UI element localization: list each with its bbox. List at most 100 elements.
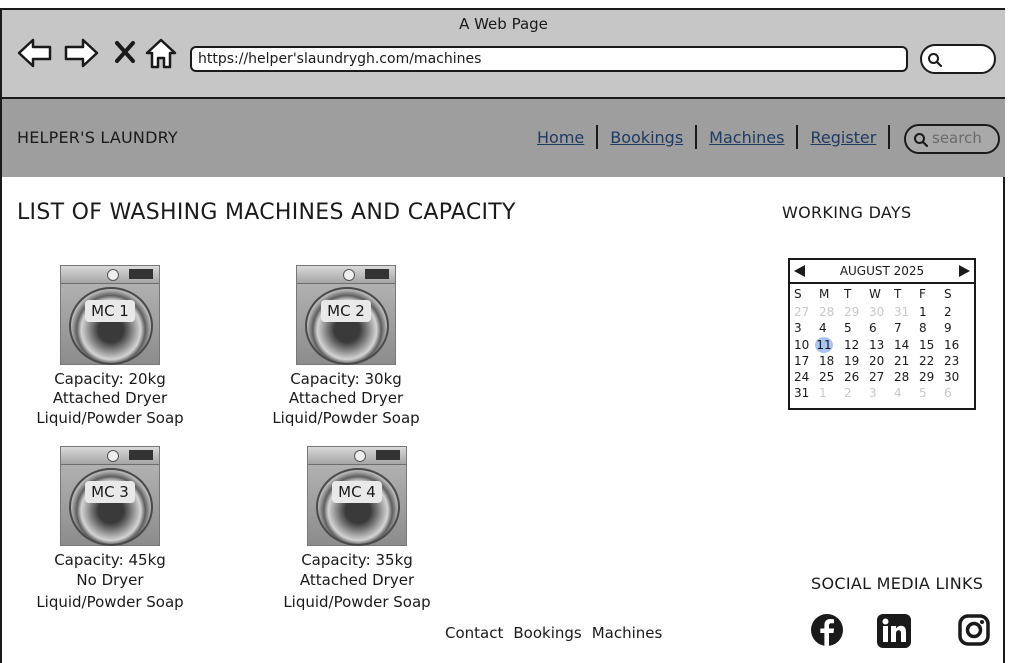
machine-soap: Liquid/Powder Soap bbox=[283, 593, 431, 611]
calendar-day[interactable]: 17 bbox=[794, 353, 819, 369]
machine-capacity: Capacity: 30kg bbox=[290, 370, 402, 388]
nav-home-link[interactable]: Home bbox=[536, 128, 585, 147]
machine-dryer: Attached Dryer bbox=[52, 389, 168, 407]
calendar-day[interactable]: 13 bbox=[869, 337, 894, 353]
calendar-day[interactable]: 4 bbox=[819, 320, 844, 336]
calendar-day[interactable]: 21 bbox=[894, 353, 919, 369]
url-bar[interactable]: https://helper'slaundrygh.com/machines bbox=[190, 46, 908, 72]
machine-card-mc2[interactable]: MC 2 Capacity: 30kg Attached Dryer Liqui… bbox=[266, 265, 426, 428]
instagram-icon[interactable] bbox=[957, 613, 991, 647]
calendar-day[interactable]: 27 bbox=[869, 369, 894, 385]
close-icon[interactable] bbox=[114, 40, 136, 64]
linkedin-icon[interactable] bbox=[876, 613, 912, 649]
calendar-day-outside: 3 bbox=[869, 386, 877, 401]
machine-label: MC 2 bbox=[321, 300, 371, 322]
calendar-day[interactable]: 30 bbox=[944, 369, 969, 385]
washing-machine-image: MC 3 bbox=[60, 446, 160, 546]
calendar-day[interactable]: 24 bbox=[794, 369, 819, 385]
machine-soap: Liquid/Powder Soap bbox=[36, 593, 184, 611]
calendar-day-outside: 5 bbox=[919, 386, 927, 401]
machine-label: MC 4 bbox=[332, 481, 382, 503]
calendar-day[interactable]: 31 bbox=[794, 385, 819, 401]
calendar-day[interactable]: 16 bbox=[944, 337, 969, 353]
calendar-day-outside: 27 bbox=[794, 305, 810, 319]
page-title: LIST OF WASHING MACHINES AND CAPACITY bbox=[17, 200, 516, 225]
nav-bookings-link[interactable]: Bookings bbox=[609, 128, 684, 147]
machine-dryer: Attached Dryer bbox=[288, 389, 404, 407]
calendar-next-icon[interactable] bbox=[959, 265, 970, 277]
nav-register-link[interactable]: Register bbox=[809, 128, 877, 147]
site-search-input[interactable]: search bbox=[904, 124, 1000, 154]
search-icon bbox=[928, 53, 943, 68]
calendar-day[interactable]: 20 bbox=[869, 353, 894, 369]
back-arrow-icon[interactable] bbox=[16, 36, 54, 70]
washing-machine-image: MC 1 bbox=[60, 265, 160, 365]
calendar-day[interactable]: 23 bbox=[944, 353, 969, 369]
calendar-weekday: W bbox=[869, 287, 881, 301]
calendar-day-outside: 6 bbox=[944, 386, 952, 401]
nav-machines-link[interactable]: Machines bbox=[708, 128, 785, 147]
calendar-day[interactable]: 6 bbox=[869, 320, 894, 336]
calendar-day[interactable]: 5 bbox=[844, 320, 869, 336]
machine-card-mc4[interactable]: MC 4 Capacity: 35kg Attached Dryer Liqui… bbox=[277, 446, 437, 612]
calendar-day[interactable]: 25 bbox=[819, 369, 844, 385]
main-nav: Home Bookings Machines Register bbox=[536, 125, 901, 149]
calendar-weekday: S bbox=[794, 287, 802, 301]
brand-name: HELPER'S LAUNDRY bbox=[17, 128, 178, 147]
calendar-weekday: T bbox=[894, 287, 902, 301]
working-days-title: WORKING DAYS bbox=[782, 203, 912, 222]
facebook-icon[interactable] bbox=[810, 613, 844, 647]
machine-label: MC 3 bbox=[85, 481, 135, 503]
calendar-day[interactable]: 3 bbox=[794, 320, 819, 336]
machine-capacity: Capacity: 20kg bbox=[54, 370, 166, 388]
forward-arrow-icon[interactable] bbox=[62, 36, 100, 70]
calendar-day[interactable]: 8 bbox=[919, 320, 944, 336]
machine-capacity: Capacity: 45kg bbox=[54, 551, 166, 569]
calendar-day[interactable]: 19 bbox=[844, 353, 869, 369]
calendar-day[interactable]: 18 bbox=[819, 353, 844, 369]
machine-soap: Liquid/Powder Soap bbox=[36, 409, 184, 427]
calendar-day-outside: 4 bbox=[894, 386, 902, 401]
window-title: A Web Page bbox=[459, 15, 548, 33]
calendar-day[interactable]: 14 bbox=[894, 337, 919, 353]
calendar-day-outside: 31 bbox=[894, 305, 910, 319]
washing-machine-image: MC 2 bbox=[296, 265, 396, 365]
machine-dryer: No Dryer bbox=[76, 571, 144, 589]
search-icon bbox=[914, 133, 929, 148]
calendar-weekday: S bbox=[944, 287, 952, 301]
calendar-day[interactable]: 15 bbox=[919, 337, 944, 353]
calendar-day[interactable]: 1 bbox=[919, 304, 944, 320]
machine-card-mc3[interactable]: MC 3 Capacity: 45kg No Dryer Liquid/Powd… bbox=[30, 446, 190, 612]
calendar-prev-icon[interactable] bbox=[794, 265, 805, 277]
machine-card-mc1[interactable]: MC 1 Capacity: 20kg Attached Dryer Liqui… bbox=[30, 265, 190, 428]
nav-separator bbox=[888, 125, 891, 149]
footer-contact-link[interactable]: Contact bbox=[445, 624, 503, 642]
nav-separator bbox=[695, 125, 698, 149]
calendar-day[interactable]: 29 bbox=[919, 369, 944, 385]
machine-label: MC 1 bbox=[85, 300, 135, 322]
calendar-day[interactable]: 9 bbox=[944, 320, 969, 336]
calendar-day-outside: 1 bbox=[819, 386, 827, 401]
browser-chrome: A Web Page https://helper'slaundrygh.com… bbox=[2, 10, 1005, 99]
working-days-calendar: AUGUST 2025 S M T W T F S 27 28 29 30 31 1 2 3 4 5 6 7 8 9 10… bbox=[788, 258, 976, 410]
washing-machine-image: MC 4 bbox=[307, 446, 407, 546]
home-icon[interactable] bbox=[144, 36, 178, 70]
calendar-weekday: M bbox=[819, 287, 830, 301]
footer-bookings-link[interactable]: Bookings bbox=[513, 624, 581, 642]
calendar-day[interactable]: 11 bbox=[815, 336, 844, 353]
browser-search-field[interactable] bbox=[920, 44, 996, 74]
footer-machines-link[interactable]: Machines bbox=[592, 624, 663, 642]
calendar-day-outside: 28 bbox=[819, 305, 835, 319]
calendar-month: AUGUST 2025 bbox=[839, 264, 925, 278]
footer-links: Contact Bookings Machines bbox=[445, 624, 662, 642]
calendar-day[interactable]: 28 bbox=[894, 369, 919, 385]
machine-dryer: Attached Dryer bbox=[299, 571, 415, 589]
calendar-day[interactable]: 2 bbox=[944, 304, 969, 320]
calendar-weekday: T bbox=[844, 287, 852, 301]
calendar-day[interactable]: 7 bbox=[894, 320, 919, 336]
social-media-title: SOCIAL MEDIA LINKS bbox=[811, 574, 984, 593]
calendar-day[interactable]: 12 bbox=[844, 337, 869, 353]
nav-separator bbox=[596, 125, 599, 149]
calendar-day[interactable]: 22 bbox=[919, 353, 944, 369]
calendar-day[interactable]: 26 bbox=[844, 369, 869, 385]
